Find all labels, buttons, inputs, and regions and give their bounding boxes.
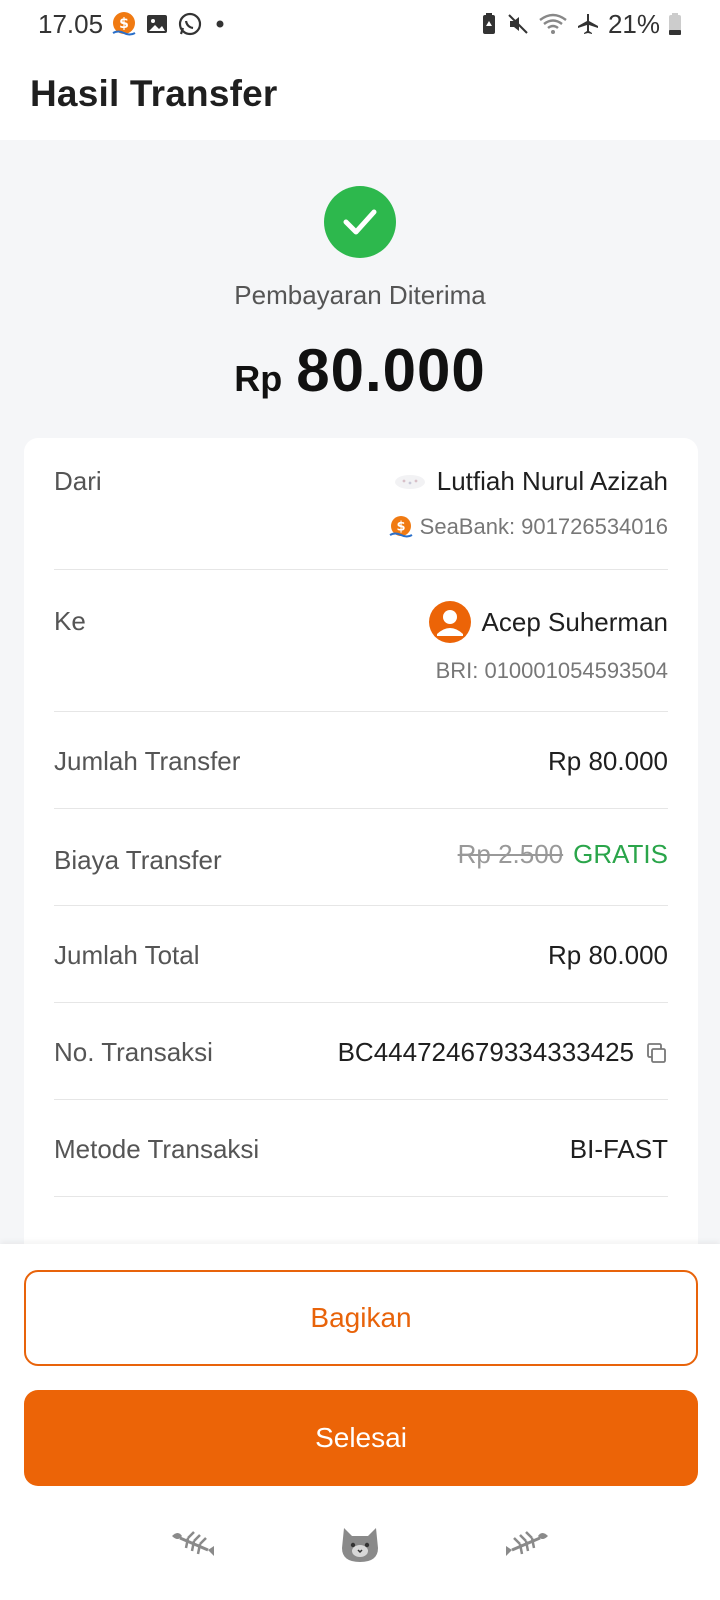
row-to: Ke Acep Suherman BRI: 010001054593504 xyxy=(54,570,668,712)
system-nav-bar xyxy=(0,1488,720,1600)
to-account-line: BRI: 010001054593504 xyxy=(436,658,668,684)
transfer-fee-label: Biaya Transfer xyxy=(54,845,222,875)
to-name: Acep Suherman xyxy=(481,606,668,637)
row-method: Metode Transaksi BI-FAST xyxy=(54,1100,668,1197)
to-account: BRI: 010001054593504 xyxy=(435,658,668,683)
transfer-fee-free: GRATIS xyxy=(573,839,668,869)
app-header: Hasil Transfer xyxy=(0,48,720,140)
row-transfer-amount: Jumlah Transfer Rp 80.000 xyxy=(54,712,668,809)
amount-currency: Rp xyxy=(234,358,283,399)
total-label: Jumlah Total xyxy=(54,940,200,970)
seabank-notification-icon: $ xyxy=(111,11,137,37)
page-title: Hasil Transfer xyxy=(30,73,278,114)
method-value: BI-FAST xyxy=(569,1134,668,1164)
battery-icon xyxy=(668,12,682,36)
from-label: Dari xyxy=(54,466,102,496)
from-name-line: Lutfiah Nurul Azizah xyxy=(393,466,668,497)
row-transaction-no: No. Transaksi BC444724679334333425 xyxy=(54,1003,668,1100)
wifi-icon xyxy=(538,12,568,36)
notification-dot-icon xyxy=(211,15,229,33)
battery-percentage: 21% xyxy=(607,8,660,39)
whatsapp-icon xyxy=(177,11,203,37)
seabank-icon: $ xyxy=(388,514,414,540)
success-check-icon xyxy=(324,186,396,258)
payment-status: Pembayaran Diterima xyxy=(234,280,486,310)
transfer-fee-original: Rp 2.500 xyxy=(457,839,564,869)
transfer-details-card: Dari Lutfiah Nurul Azizah $ SeaBank: 901… xyxy=(24,438,698,1258)
to-label: Ke xyxy=(54,606,86,636)
row-total: Jumlah Total Rp 80.000 xyxy=(54,906,668,1003)
svg-text:$: $ xyxy=(396,520,405,535)
row-from: Dari Lutfiah Nurul Azizah $ SeaBank: 901… xyxy=(54,438,668,570)
payment-summary: Pembayaran Diterima Rp 80.000 xyxy=(0,140,720,440)
payment-amount: Rp 80.000 xyxy=(0,336,720,405)
status-time: 17.05 xyxy=(38,8,104,39)
gallery-icon xyxy=(145,12,169,36)
transaction-no-label: No. Transaksi xyxy=(54,1037,213,1067)
transaction-no-value: BC444724679334333425 xyxy=(337,1037,634,1067)
total-value: Rp 80.000 xyxy=(548,940,668,970)
share-button[interactable]: Bagikan xyxy=(24,1270,698,1366)
status-bar-left: 17.05 $ xyxy=(38,9,229,40)
copy-icon[interactable] xyxy=(644,1041,668,1065)
status-bar-right: 21% xyxy=(480,9,682,40)
status-bar: 17.05 $ 21% xyxy=(0,0,720,48)
row-transfer-fee: Biaya Transfer Rp 2.500 GRATIS xyxy=(54,809,668,906)
svg-text:$: $ xyxy=(119,16,129,32)
transaction-no-line: BC444724679334333425 xyxy=(338,1037,668,1068)
nav-fishbone-right-icon[interactable] xyxy=(497,1519,557,1569)
transfer-amount-value: Rp 80.000 xyxy=(548,746,668,776)
recipient-avatar-icon xyxy=(428,600,472,644)
mute-icon xyxy=(506,12,530,36)
done-button[interactable]: Selesai xyxy=(24,1390,698,1486)
to-name-line: Acep Suherman xyxy=(428,600,668,644)
method-label: Metode Transaksi xyxy=(54,1134,260,1164)
amount-value: 80.000 xyxy=(296,337,486,404)
battery-saver-icon xyxy=(480,12,498,36)
nav-fishbone-left-icon[interactable] xyxy=(163,1519,223,1569)
from-name: Lutfiah Nurul Azizah xyxy=(436,466,668,496)
from-account-line: $ SeaBank: 901726534016 xyxy=(388,514,668,540)
airplane-icon xyxy=(576,12,600,36)
nav-cat-home-icon[interactable] xyxy=(330,1519,390,1569)
sender-avatar-icon xyxy=(393,469,427,495)
from-account: SeaBank: 901726534016 xyxy=(419,514,668,539)
transfer-amount-label: Jumlah Transfer xyxy=(54,746,241,776)
transfer-fee-value: Rp 2.500 GRATIS xyxy=(458,839,668,870)
